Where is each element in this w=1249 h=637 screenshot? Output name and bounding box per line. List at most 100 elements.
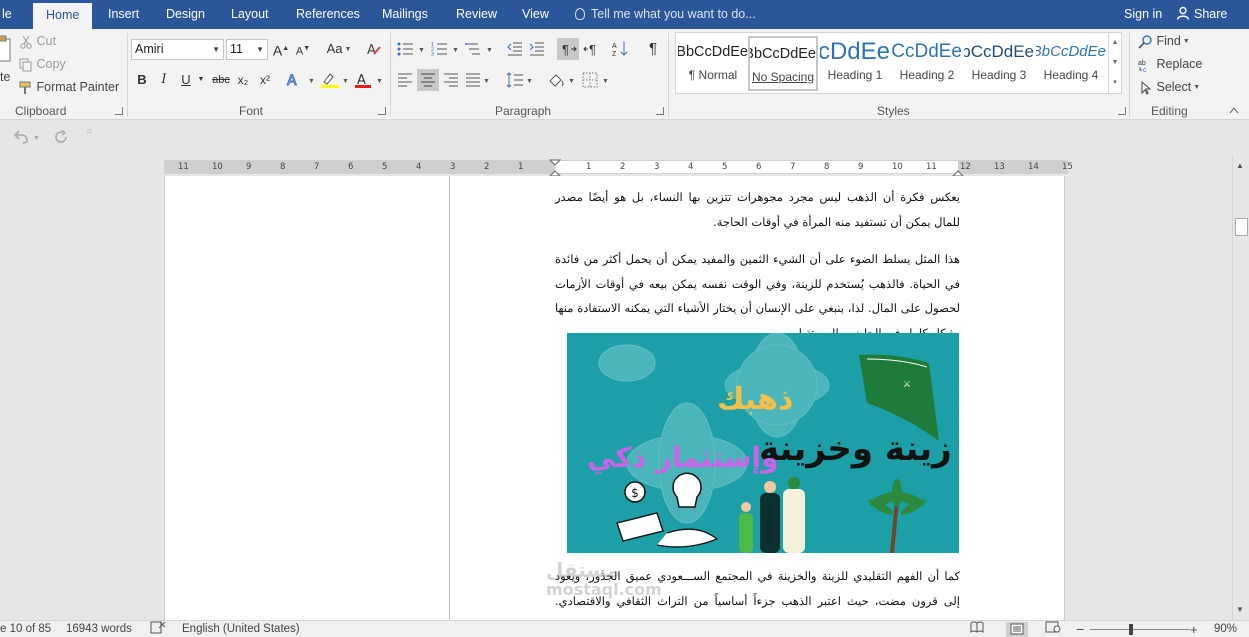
shrink-font-button[interactable]: A▼ (294, 38, 312, 60)
zoom-out-icon[interactable]: − (1076, 621, 1084, 637)
style-name: Heading 3 (971, 68, 1027, 82)
vertical-scrollbar[interactable]: ▲ ▼ (1232, 156, 1249, 620)
shading-icon[interactable]: ▼ (547, 72, 577, 88)
share-button[interactable]: Share (1176, 0, 1227, 29)
show-formatting-marks-button[interactable]: ¶ (645, 38, 661, 60)
scissors-icon (20, 35, 32, 49)
tell-me-box[interactable]: Tell me what you want to do... (575, 0, 756, 29)
read-mode-icon[interactable] (970, 621, 984, 637)
justify-icon[interactable]: ▼ (465, 72, 491, 88)
highlight-color-icon[interactable]: ▼ (320, 72, 352, 88)
web-layout-icon[interactable] (1045, 621, 1061, 637)
font-group-label: Font (239, 104, 264, 118)
line-spacing-icon[interactable]: ▼ (506, 72, 534, 88)
strikethrough-button[interactable]: abc (210, 69, 232, 91)
style-heading-2[interactable]: AaBbCcDdEe Heading 2 (892, 36, 962, 91)
align-center-icon[interactable] (417, 69, 439, 91)
decrease-indent-icon[interactable] (507, 41, 523, 57)
paste-icon[interactable] (0, 35, 12, 65)
zoom-slider-thumb[interactable] (1129, 624, 1133, 635)
zoom-slider-track[interactable] (1090, 629, 1190, 630)
ribbon: te Cut Copy Format Painter Clipboard Ami… (0, 29, 1249, 120)
style-heading-1[interactable]: AaBbCcDdEe Heading 1 (820, 36, 890, 91)
ltr-direction-icon[interactable]: ¶ (557, 38, 579, 60)
page-count[interactable]: e 10 of 85 (0, 621, 51, 637)
zoom-level[interactable]: 90% (1214, 621, 1237, 637)
undo-icon[interactable]: ▼ (12, 129, 42, 145)
scroll-thumb[interactable] (1235, 218, 1248, 236)
scroll-down-icon[interactable]: ▼ (1236, 605, 1244, 614)
document-page[interactable]: يعكس فكرة أن الذهب ليس مجرد مجوهرات تتزي… (164, 176, 1065, 620)
style-normal[interactable]: AaBbCcDdEe ¶ Normal (678, 36, 748, 91)
underline-dropdown-caret[interactable]: ▼ (197, 69, 205, 91)
document-paragraph[interactable]: هذا المثل يسلط الضوء على أن الشيء الثمين… (555, 247, 960, 345)
rtl-direction-icon[interactable]: ¶ (583, 41, 601, 57)
ruler-number: 4 (416, 162, 422, 172)
document-paragraph[interactable]: يعكس فكرة أن الذهب ليس مجرد مجوهرات تتزي… (555, 185, 960, 234)
borders-icon[interactable]: ▼ (582, 72, 612, 88)
language-indicator[interactable]: English (United States) (182, 621, 300, 637)
grow-font-button[interactable]: A▲ (272, 38, 290, 60)
format-painter-button[interactable]: Format Painter (19, 77, 119, 97)
svg-text:▼: ▼ (526, 78, 533, 85)
indent-marker-icon[interactable] (549, 159, 561, 177)
svg-text:⚔: ⚔ (903, 380, 911, 390)
sort-icon[interactable]: AZ (612, 40, 630, 58)
clipboard-dialog-launcher[interactable] (115, 107, 123, 115)
word-count[interactable]: 16943 words (66, 621, 132, 637)
scroll-up-icon[interactable]: ▲ (1236, 161, 1244, 170)
align-right-icon[interactable] (443, 72, 459, 88)
sign-in-link[interactable]: Sign in (1124, 0, 1162, 29)
proofing-icon[interactable] (150, 621, 166, 637)
tab-view[interactable]: View (520, 0, 551, 29)
find-button[interactable]: Find ▼ (1138, 31, 1190, 51)
select-button[interactable]: Select ▼ (1138, 77, 1200, 97)
copy-button[interactable]: Copy (19, 54, 66, 74)
underline-button[interactable]: U (178, 69, 194, 91)
style-heading-4[interactable]: AaBbCcDdEe Heading 4 (1036, 36, 1106, 91)
customize-toolbar-icon[interactable]: = (86, 126, 92, 138)
paste-label[interactable]: te (0, 67, 10, 87)
numbering-icon[interactable]: 123▼ (431, 41, 461, 57)
multilevel-list-icon[interactable]: ▼ (465, 41, 495, 57)
tab-review[interactable]: Review (454, 0, 499, 29)
replace-icon: abc (1138, 60, 1147, 72)
increase-indent-icon[interactable] (529, 41, 545, 57)
clear-formatting-icon[interactable]: A (366, 41, 382, 57)
style-heading-3[interactable]: AaBbCcDdEe Heading 3 (964, 36, 1034, 91)
align-left-icon[interactable] (397, 72, 413, 88)
replace-button[interactable]: ab c Replace (1138, 54, 1202, 74)
tab-insert[interactable]: Insert (106, 0, 141, 29)
ruler-number: 5 (382, 162, 388, 172)
tab-home[interactable]: Home (33, 3, 93, 29)
superscript-button[interactable]: x² (257, 69, 273, 91)
cut-button[interactable]: Cut (19, 31, 56, 51)
group-divider (1129, 33, 1130, 117)
change-case-button[interactable]: Aa ▼ (322, 38, 356, 60)
font-color-icon[interactable]: A ▼ (354, 72, 386, 88)
tab-mailings[interactable]: Mailings (380, 0, 430, 29)
tab-layout[interactable]: Layout (229, 0, 271, 29)
subscript-button[interactable]: x₂ (235, 69, 251, 91)
tab-references[interactable]: References (294, 0, 362, 29)
horizontal-ruler[interactable]: 11 10 9 8 7 6 5 4 3 2 1 1 2 3 4 5 6 7 8 9 10 11 12 13 14 15 (164, 159, 1073, 177)
collapse-ribbon-icon[interactable] (1228, 105, 1240, 115)
italic-button[interactable]: I (157, 69, 171, 91)
styles-gallery-scroll[interactable]: ▲ ▼ ▾ (1108, 33, 1121, 93)
font-name-dropdown[interactable]: Amiri ▼ (131, 39, 224, 60)
redo-icon[interactable] (53, 129, 69, 145)
bold-button[interactable]: B (134, 69, 150, 91)
text-effects-icon[interactable]: A ▼ (286, 72, 318, 89)
font-dialog-launcher[interactable] (378, 107, 386, 115)
zoom-in-icon[interactable]: + (1190, 621, 1198, 637)
bullets-icon[interactable]: ▼ (397, 41, 427, 57)
styles-dialog-launcher[interactable] (1118, 107, 1126, 115)
font-size-dropdown[interactable]: 11 ▼ (226, 39, 268, 60)
article-image[interactable]: ⚔ ذهبك زينة وخزينة وإستثمار ذكي $ (567, 333, 959, 553)
paragraph-dialog-launcher[interactable] (656, 107, 664, 115)
tab-file[interactable]: le (0, 0, 14, 29)
print-layout-icon[interactable] (1006, 622, 1028, 637)
tell-me-text: Tell me what you want to do... (591, 7, 756, 21)
style-no-spacing[interactable]: AaBbCcDdEe No Spacing (748, 36, 818, 91)
tab-design[interactable]: Design (164, 0, 207, 29)
